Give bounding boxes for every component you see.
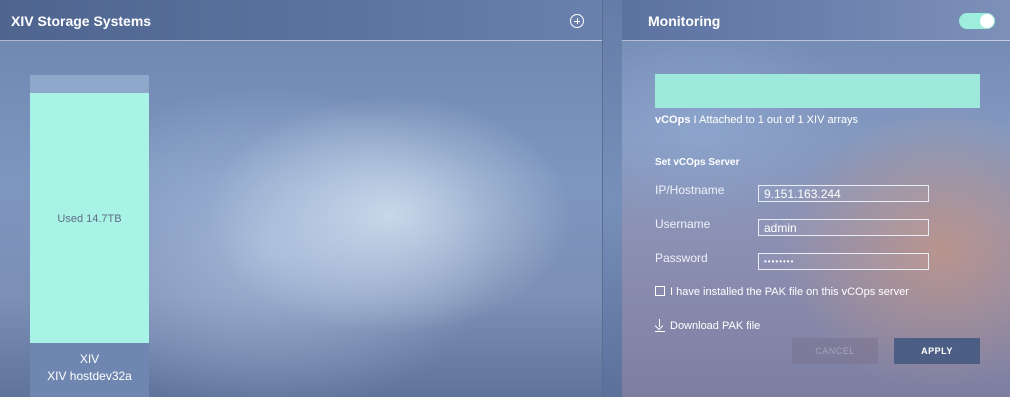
monitoring-panel: Monitoring vCOps I Attached to 1 out of …	[622, 0, 1010, 397]
password-input[interactable]	[758, 253, 929, 270]
used-capacity-label: Used 14.7TB	[57, 213, 122, 225]
panel-divider	[603, 0, 622, 397]
ip-hostname-label: IP/Hostname	[655, 183, 725, 197]
monitoring-panel-header: Monitoring	[622, 0, 1010, 41]
pak-installed-checkbox[interactable]: I have installed the PAK file on this vC…	[655, 286, 909, 298]
ip-hostname-input[interactable]	[758, 185, 929, 202]
toggle-knob	[980, 14, 994, 28]
storage-system-card[interactable]: Used 14.7TB XIV XIV hostdev32a	[30, 75, 149, 397]
storage-system-host: XIV hostdev32a	[47, 369, 132, 383]
password-label: Password	[655, 251, 708, 265]
status-product-label: vCOps	[655, 114, 691, 126]
monitoring-toggle[interactable]	[959, 13, 995, 29]
connection-status-bar	[655, 74, 980, 108]
username-input[interactable]	[758, 219, 929, 236]
cancel-button[interactable]: CANCEL	[792, 338, 878, 364]
connection-status-text: vCOps I Attached to 1 out of 1 XIV array…	[655, 114, 858, 126]
checkbox-box[interactable]	[655, 286, 665, 296]
capacity-free-segment	[30, 75, 149, 93]
storage-panel-header: XIV Storage Systems	[0, 0, 602, 41]
username-label: Username	[655, 217, 711, 231]
download-pak-link[interactable]: Download PAK file	[655, 319, 760, 332]
xiv-storage-panel: XIV Storage Systems Used 14.7TB XIV XIV …	[0, 0, 603, 397]
vcops-server-section-title: Set vCOps Server	[655, 157, 740, 168]
status-detail: Attached to 1 out of 1 XIV arrays	[699, 114, 859, 126]
storage-panel-title: XIV Storage Systems	[11, 13, 152, 29]
pak-installed-label: I have installed the PAK file on this vC…	[670, 286, 909, 298]
storage-system-name: XIV	[79, 352, 100, 366]
download-icon	[655, 319, 665, 332]
status-separator: I	[693, 114, 697, 126]
add-circle-icon[interactable]	[570, 14, 584, 28]
download-pak-label: Download PAK file	[670, 320, 761, 332]
apply-button[interactable]: APPLY	[894, 338, 980, 364]
monitoring-panel-title: Monitoring	[648, 13, 721, 29]
